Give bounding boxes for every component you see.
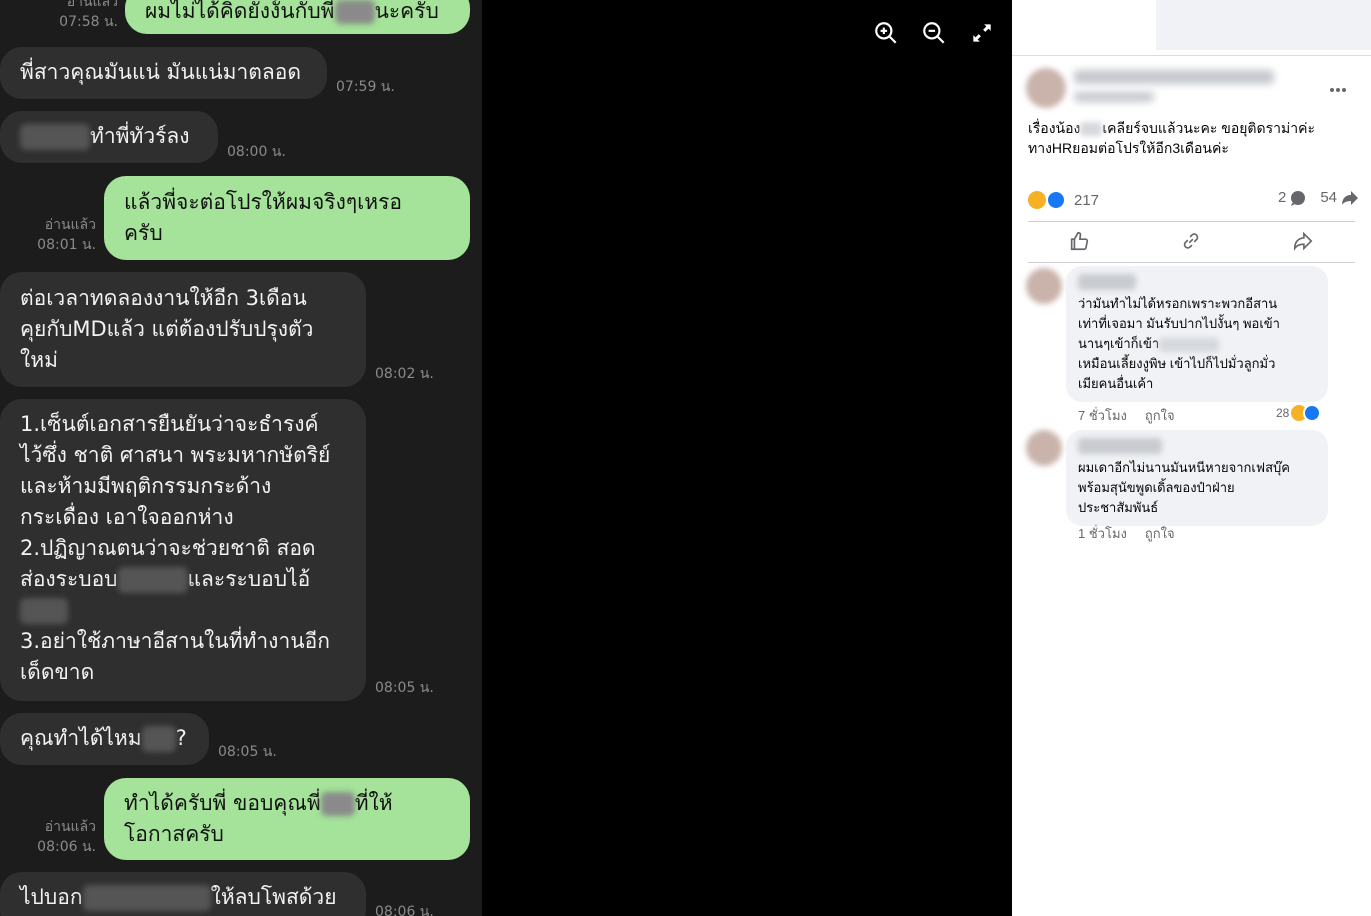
comment-bubble: ว่ามันทำไม่ได้หรอกเพราะพวกอีสาน เท่าที่เ… [1066, 266, 1328, 402]
message-bubble: ต่อเวลาทดลองงานให้อีก 3เดือน คุยกับMDแล้… [0, 272, 366, 387]
comment-like-button[interactable]: ถูกใจ [1145, 405, 1175, 426]
message-time: 08:06 น. [375, 904, 434, 916]
read-receipt: อ่านแล้ว 08:01 น. [37, 217, 96, 253]
comment-meta: 7 ชั่วโมง ถูกใจ [1078, 405, 1175, 426]
reaction-count: 217 [1074, 191, 1100, 209]
like-button-icon[interactable] [1068, 230, 1094, 256]
post-action-bar [1028, 221, 1355, 263]
comment-meta: 1 ชั่วโมง ถูกใจ [1078, 523, 1175, 544]
copy-link-icon[interactable] [1180, 230, 1206, 256]
top-bar-placeholder [1156, 0, 1371, 50]
engagement-counts: 2 54 [1278, 189, 1359, 206]
share-arrow-icon [1342, 190, 1358, 205]
comment-bubble-icon [1291, 190, 1306, 206]
comment-text: ว่ามันทำไม่ได้หรอกเพราะพวกอีสาน เท่าที่เ… [1078, 296, 1280, 391]
chat-screenshot-image: อ่านแล้ว 07:58 น. ผมไม่ได้คิดยังงั้นกับพ… [0, 0, 482, 916]
comment-text: ผมเดาอีกไม่นานมันหนีหายจากเฟสบุ๊ค พร้อมส… [1078, 460, 1290, 515]
commenter-name[interactable] [1078, 438, 1162, 454]
comment-time[interactable]: 1 ชั่วโมง [1078, 523, 1127, 544]
comment-count[interactable]: 2 [1278, 189, 1306, 206]
commenter-avatar[interactable] [1026, 430, 1062, 466]
fullscreen-icon[interactable] [969, 20, 995, 46]
comment-bubble: ผมเดาอีกไม่นานมันหนีหายจากเฟสบุ๊ค พร้อมส… [1066, 430, 1328, 526]
comment-time[interactable]: 7 ชั่วโมง [1078, 405, 1127, 426]
message-bubble: คุณทำได้ไหม? [0, 713, 209, 765]
message-bubble: แล้วพี่จะต่อโปรให้ผมจริงๆเหรอ ครับ [104, 176, 470, 260]
comment-reactions[interactable]: 28 [1276, 404, 1322, 422]
commenter-avatar[interactable] [1026, 268, 1062, 304]
message-bubble: ทำพี่ทัวร์ลง [0, 111, 218, 163]
author-avatar[interactable] [1026, 68, 1066, 108]
post-time[interactable] [1074, 92, 1154, 102]
like-reaction-icon [1046, 190, 1066, 210]
message-bubble: 1.เซ็นต์เอกสารยืนยันว่าจะธำรงค์ ไว้ซึ่ง … [0, 399, 366, 701]
message-bubble: พี่สาวคุณมันแน่ มันแน่มาตลอด [0, 47, 327, 99]
share-button-icon[interactable] [1292, 230, 1318, 256]
message-time: 08:00 น. [227, 144, 286, 160]
zoom-in-icon[interactable] [873, 20, 899, 46]
comment-item: ผมเดาอีกไม่นานมันหนีหายจากเฟสบุ๊ค พร้อมส… [1026, 430, 1366, 545]
read-receipt: อ่านแล้ว 07:58 น. [59, 0, 118, 30]
post-side-panel: เรื่องน้อง เคลียร์จบแล้วนะคะ ขอยุติดราม่า… [1012, 0, 1371, 916]
comment-like-button[interactable]: ถูกใจ [1145, 523, 1175, 544]
message-time: 08:02 น. [375, 366, 434, 382]
comment-item: ว่ามันทำไม่ได้หรอกเพราะพวกอีสาน เท่าที่เ… [1026, 266, 1366, 426]
message-time: 08:05 น. [375, 680, 434, 696]
message-bubble: ไปบอก ให้ลบโพสด้วย [0, 872, 366, 916]
photo-viewer: อ่านแล้ว 07:58 น. ผมไม่ได้คิดยังงั้นกับพ… [0, 0, 1012, 916]
reaction-summary[interactable]: 217 [1028, 189, 1099, 211]
like-reaction-icon [1303, 404, 1322, 422]
more-options-icon[interactable] [1328, 80, 1348, 100]
message-time: 07:59 น. [336, 79, 395, 95]
read-receipt: อ่านแล้ว 08:06 น. [37, 819, 96, 855]
panel-top-bar [1012, 0, 1371, 56]
zoom-out-icon[interactable] [921, 20, 947, 46]
message-bubble: ทำได้ครับพี่ ขอบคุณพี่ ที่ให้ โอกาสครับ [104, 778, 470, 860]
share-count[interactable]: 54 [1320, 189, 1359, 206]
author-name[interactable] [1074, 70, 1274, 84]
haha-reaction-icon [1028, 191, 1046, 209]
post-text: เรื่องน้อง เคลียร์จบแล้วนะคะ ขอยุติดราม่า… [1028, 120, 1315, 156]
message-bubble: ผมไม่ได้คิดยังงั้นกับพี่ นะครับ [125, 0, 470, 34]
message-time: 08:05 น. [218, 744, 277, 760]
commenter-name[interactable] [1078, 274, 1136, 290]
